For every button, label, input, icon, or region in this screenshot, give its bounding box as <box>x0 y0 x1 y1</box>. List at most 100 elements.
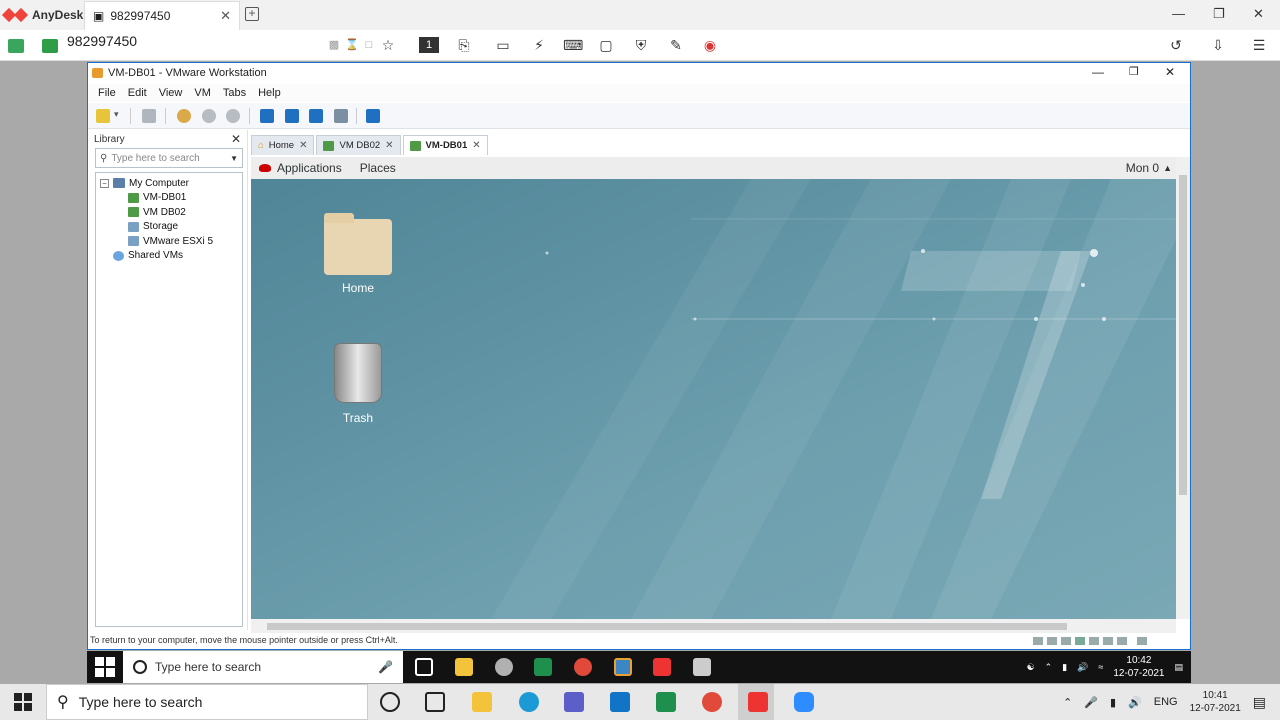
display-settings-icon[interactable]: ▢ <box>597 37 615 53</box>
full-screen-icon[interactable] <box>309 109 323 123</box>
anydesk-taskbar-icon[interactable] <box>653 658 671 676</box>
battery-icon[interactable]: ▮ <box>1062 662 1067 673</box>
revert-snapshot-icon[interactable] <box>202 109 216 123</box>
places-menu[interactable]: Places <box>360 161 396 175</box>
chevron-up-icon[interactable]: ⌃ <box>1045 662 1053 673</box>
network-app-icon[interactable] <box>495 658 513 676</box>
maximize-button[interactable]: ❐ <box>1213 6 1225 22</box>
chat-icon[interactable]: ▭ <box>494 37 512 53</box>
star-icon[interactable]: ☆ <box>379 37 397 53</box>
display-icon[interactable]: ▩ <box>325 37 343 53</box>
tab-vm-db01[interactable]: VM-DB01 ✕ <box>402 135 488 155</box>
tree-item-shared-vms[interactable]: Shared VMs <box>96 249 242 264</box>
scrollbar-thumb[interactable] <box>267 623 1067 630</box>
new-tab-button[interactable]: + <box>245 7 259 21</box>
vertical-scrollbar[interactable] <box>1176 157 1190 619</box>
minimize-button[interactable]: — <box>1172 6 1185 21</box>
host-start-button[interactable] <box>14 693 32 711</box>
anydesk-session-tab[interactable]: ▣ 982997450 ✕ <box>84 1 240 30</box>
remote-search-box[interactable]: Type here to search 🎤 <box>123 651 403 683</box>
permissions-icon[interactable]: ⛨ <box>632 37 650 53</box>
tree-item-vmware-esxi[interactable]: VMware ESXi 5 <box>96 234 242 249</box>
history-icon[interactable]: ↺ <box>1167 37 1185 53</box>
close-tab-icon[interactable]: ✕ <box>472 140 480 151</box>
console-view-icon[interactable] <box>366 109 380 123</box>
task-view-icon[interactable] <box>415 658 433 676</box>
tree-item-vm-db01[interactable]: VM-DB01 <box>96 191 242 206</box>
chevron-up-icon[interactable]: ⌃ <box>1063 696 1072 709</box>
notification-icon[interactable]: ▤ <box>1174 662 1183 673</box>
snapshot-manager-icon[interactable] <box>226 109 240 123</box>
whiteboard-icon[interactable]: ✎ <box>667 37 685 53</box>
actions-icon[interactable]: ⚡ <box>530 37 548 53</box>
menu-icon[interactable]: ☰ <box>1250 37 1268 53</box>
cortana-icon[interactable] <box>380 692 400 712</box>
task-view-icon[interactable] <box>425 692 445 712</box>
microphone-icon[interactable]: 🎤 <box>378 660 393 674</box>
record-icon[interactable]: ◉ <box>701 37 719 53</box>
power-icon[interactable] <box>96 109 110 123</box>
hourglass-icon[interactable]: ⌛ <box>343 37 361 53</box>
file-explorer-icon[interactable] <box>472 692 492 712</box>
scrollbar-thumb[interactable] <box>1179 175 1187 495</box>
unity-icon[interactable] <box>334 109 348 123</box>
menu-view[interactable]: View <box>159 87 183 99</box>
close-tab-icon[interactable]: ✕ <box>299 140 307 151</box>
volume-icon[interactable]: 🔊 <box>1077 662 1088 673</box>
close-tab-icon[interactable]: ✕ <box>385 140 393 151</box>
microphone-icon[interactable]: 🎤 <box>1084 696 1098 709</box>
chrome-icon[interactable] <box>702 692 722 712</box>
address-input[interactable]: 982997450 <box>67 33 137 49</box>
anydesk-taskbar-icon[interactable] <box>748 692 768 712</box>
volume-icon[interactable]: 🔊 <box>1128 696 1142 709</box>
host-search-box[interactable]: ⚲ Type here to search <box>46 684 368 720</box>
snapshot-icon[interactable] <box>177 109 191 123</box>
vmware-taskbar-icon[interactable] <box>614 658 632 676</box>
close-window-button[interactable]: ✕ <box>1253 6 1264 22</box>
menu-vm[interactable]: VM <box>194 87 211 99</box>
remote-desktop-icon[interactable] <box>693 658 711 676</box>
applications-menu[interactable]: Applications <box>259 161 342 175</box>
tab-home[interactable]: ⌂ Home ✕ <box>251 135 315 155</box>
vm-close-button[interactable]: ✕ <box>1165 65 1175 79</box>
close-library-icon[interactable]: ✕ <box>231 132 241 146</box>
excel-icon[interactable] <box>656 692 676 712</box>
device-status-icons[interactable] <box>1033 637 1147 645</box>
host-clock[interactable]: 10:41 12-07-2021 <box>1190 689 1241 715</box>
desktop-icon-trash[interactable]: Trash <box>318 343 398 425</box>
notification-icon[interactable]: ▤ <box>1253 694 1266 711</box>
tree-item-storage[interactable]: Storage <box>96 220 242 235</box>
file-transfer-icon[interactable]: ⎘ <box>455 37 473 53</box>
guest-console[interactable]: Applications Places Mon 0 ▲ Home Trash <box>251 157 1176 619</box>
skype-icon[interactable] <box>519 692 539 712</box>
chevron-down-icon[interactable]: ▾ <box>114 109 119 120</box>
close-tab-icon[interactable]: ✕ <box>220 8 231 24</box>
wifi-icon[interactable]: ≈ <box>1098 662 1103 672</box>
outlook-icon[interactable] <box>610 692 630 712</box>
teams-icon[interactable] <box>564 692 584 712</box>
send-ctrl-alt-del-icon[interactable] <box>142 109 156 123</box>
lock-icon[interactable]: □ <box>360 37 378 53</box>
battery-icon[interactable]: ▮ <box>1110 696 1116 709</box>
download-icon[interactable]: ⇩ <box>1209 37 1227 53</box>
guest-desktop[interactable]: Home Trash <box>251 179 1176 619</box>
menu-tabs[interactable]: Tabs <box>223 87 246 99</box>
desktop-icon-home[interactable]: Home <box>318 213 398 295</box>
menu-file[interactable]: File <box>98 87 116 99</box>
chevron-down-icon[interactable]: ▼ <box>230 154 238 163</box>
show-library-icon[interactable] <box>260 109 274 123</box>
vm-restore-button[interactable]: ❐ <box>1129 65 1139 78</box>
excel-icon[interactable] <box>534 658 552 676</box>
file-explorer-icon[interactable] <box>455 658 473 676</box>
keyboard-icon[interactable]: ⌨ <box>563 37 583 53</box>
host-language[interactable]: ENG <box>1154 696 1178 708</box>
remote-clock[interactable]: 10:42 12-07-2021 <box>1113 654 1164 680</box>
remote-start-button[interactable] <box>95 657 115 677</box>
tree-item-my-computer[interactable]: − My Computer <box>96 176 242 191</box>
vm-minimize-button[interactable]: — <box>1092 65 1104 79</box>
monitor-1-button[interactable]: 1 <box>419 37 439 53</box>
menu-edit[interactable]: Edit <box>128 87 147 99</box>
horizontal-scrollbar[interactable] <box>251 619 1176 633</box>
menu-help[interactable]: Help <box>258 87 281 99</box>
library-search-input[interactable]: ⚲ Type here to search ▼ <box>95 148 243 168</box>
